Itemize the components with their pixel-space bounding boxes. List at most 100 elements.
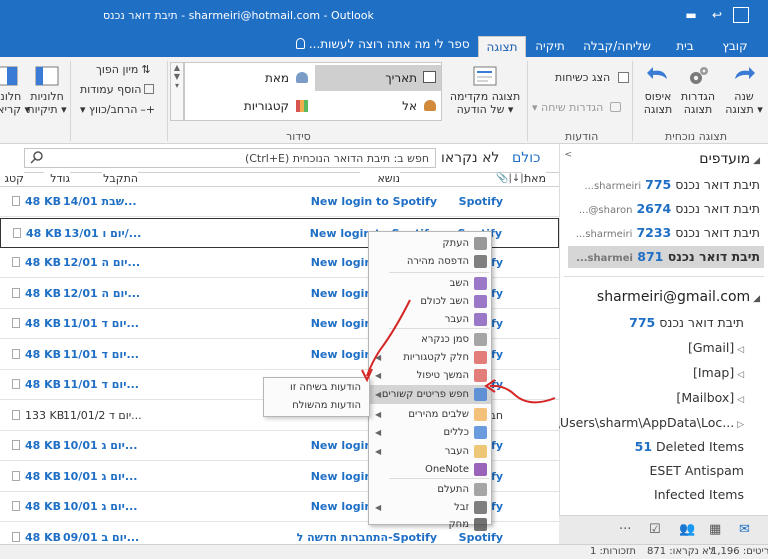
arrange-by-from[interactable]: מאת — [187, 65, 313, 91]
menu-item-forward[interactable]: העבר — [369, 310, 491, 329]
menu-item-reply[interactable]: השב — [369, 274, 491, 293]
tab-folder[interactable]: תיקיה — [528, 36, 572, 57]
arrange-gallery-scroll[interactable]: ▲ ▼ ▾ — [170, 62, 184, 121]
tab-home[interactable]: בית — [665, 36, 705, 57]
account-inbox[interactable]: תיבת דואר נכנס 775 — [629, 312, 744, 334]
minimize-button[interactable]: ▬ — [682, 6, 700, 24]
category-box-icon — [12, 348, 20, 359]
menu-item-delete[interactable]: מחק — [369, 515, 491, 534]
message-preview-icon — [473, 66, 497, 86]
menu-item-copy[interactable]: העתק — [369, 234, 491, 253]
column-header-icons: 📎|↓|! — [496, 173, 528, 184]
folder-pane-button[interactable]: חלוניות תיקיות ▾ — [26, 65, 68, 116]
menu-item-label: השב לכולם — [420, 296, 469, 307]
menu-item-move[interactable]: העבר ◀ — [369, 442, 491, 461]
change-view-label: שנה תצוגה ▾ — [725, 90, 763, 116]
folder-eset-antispam[interactable]: ESET Antispam — [650, 460, 744, 482]
filter-all[interactable]: כולם — [512, 150, 540, 166]
category-box-icon — [12, 379, 20, 389]
arrange-by-date[interactable]: תאריך — [315, 65, 441, 91]
menu-item-label: סמן כנקרא — [421, 334, 469, 345]
arrange-by-categories[interactable]: קטגוריות — [187, 93, 313, 119]
people-icon[interactable]: 👥 — [679, 522, 695, 537]
submenu-arrow-icon: ◀ — [375, 410, 382, 419]
search-input[interactable]: חפש ב: תיבת הדואר הנוכחית (Ctrl+E) — [24, 148, 436, 168]
tasks-icon[interactable]: ☑ — [649, 522, 661, 537]
group-arrangement-label: סידור — [286, 130, 311, 143]
submenu-arrow-icon: ◀ — [375, 371, 382, 380]
row-size: 48 KB — [26, 226, 63, 240]
collapse-pane-icon[interactable]: < — [564, 150, 572, 160]
folder-mailbox[interactable]: ◁ [Mailbox] — [676, 387, 744, 409]
menu-item-find-related[interactable]: חפש פריטים קשורים ◀ — [369, 385, 491, 404]
more-icon[interactable]: ··· — [619, 522, 631, 537]
folder-imap[interactable]: ◁ [Imap] — [693, 362, 744, 384]
column-subject[interactable]: נושא — [360, 172, 400, 187]
tab-send-receive[interactable]: שליחה/קבלה — [575, 36, 659, 57]
add-columns-button[interactable]: הוסף עמודות — [80, 83, 155, 96]
expand-collapse-button[interactable]: +–הרחב/כווץ ▾ — [80, 103, 155, 116]
conversation-settings-button[interactable]: הגדרות שיחה ▾ — [532, 101, 621, 114]
view-settings-button[interactable]: הגדרות תצוגה — [676, 65, 720, 116]
restore-icon[interactable]: ↩ — [708, 6, 726, 24]
sort-icon: ⇅ — [141, 63, 151, 76]
menu-separator — [389, 328, 489, 329]
menu-item-mark-read[interactable]: סמן כנקרא — [369, 330, 491, 349]
menu-item-rules[interactable]: כללים ◀ — [369, 423, 491, 442]
category-box-icon — [12, 440, 20, 450]
maximize-button[interactable] — [733, 7, 749, 23]
tell-me-box[interactable]: ספר לי מה אתה רוצה לעשות... — [292, 37, 470, 51]
folder-deleted-items[interactable]: 51 Deleted Items — [635, 436, 744, 458]
folder-gmail[interactable]: ◁ [Gmail] — [688, 337, 744, 359]
menu-item-label: חלק לקטגוריות — [403, 352, 469, 363]
favorites-label: מועדפים — [699, 151, 751, 167]
show-conversations-checkbox[interactable]: הצג כשיחות — [555, 71, 629, 84]
reading-pane-button[interactable]: חלונית קריאה ▾ — [0, 65, 30, 116]
filter-unread[interactable]: לא נקראו — [441, 150, 499, 166]
submenu-messages-from-sender[interactable]: הודעות מהשולח — [292, 400, 361, 411]
menu-item-categorize[interactable]: חלק לקטגוריות ◀ — [369, 348, 491, 367]
folder-name: [Mailbox] — [676, 390, 735, 405]
favorite-inbox-3[interactable]: תיבת דואר נכנס 7233 sharmeiri... — [576, 222, 760, 244]
folder-infected-items[interactable]: Infected Items — [654, 484, 744, 506]
menu-item-onenote[interactable]: OneNote — [369, 460, 491, 479]
favorite-inbox-1[interactable]: תיבת דואר נכנס 775 sharmeiri... — [584, 174, 760, 196]
menu-item-flag[interactable]: המשך טיפול ◀ — [369, 366, 491, 385]
row-size: 48 KB — [25, 378, 62, 391]
calendar-nav-icon[interactable]: ▦ — [709, 522, 721, 537]
favorites-header[interactable]: ◢ מועדפים — [699, 148, 760, 170]
change-view-button[interactable]: שנה תצוגה ▾ — [722, 65, 766, 116]
menu-item-reply-all[interactable]: השב לכולם — [369, 292, 491, 311]
arrange-by-to[interactable]: אל — [315, 93, 441, 119]
folder-name: תיבת דואר נכנס — [675, 177, 760, 192]
message-preview-button[interactable]: תצוגה מקדימה של הודעה ▾ — [443, 65, 527, 116]
folder-appdata[interactable]: C:\Users\sharm\AppData\Loc... ▷ — [543, 412, 744, 434]
row-received: יום ג 10/01... — [63, 500, 138, 513]
account-header[interactable]: ◢ sharmeiri@gmail.com — [597, 286, 760, 308]
person-icon — [296, 72, 308, 83]
category-box-icon — [12, 470, 20, 481]
column-size[interactable]: גודל — [44, 172, 70, 187]
mail-icon[interactable]: ✉ — [739, 522, 750, 537]
status-unread: לא נקראו: 871 — [647, 546, 715, 557]
folder-name: [Imap] — [692, 365, 735, 380]
submenu-messages-in-conversation[interactable]: הודעות בשיחה זו — [290, 382, 361, 393]
search-icon[interactable] — [30, 150, 44, 164]
table-row[interactable]: Spotify New login to Spotify שבת 14/01... 4… — [0, 187, 559, 217]
expand-collapse-label: הרחב/כווץ ▾ — [80, 103, 138, 116]
favorite-inbox-2[interactable]: תיבת דואר נכנס 2674 sharon@... — [579, 198, 760, 220]
menu-item-quick-steps[interactable]: שלבים מהירים ◀ — [369, 405, 491, 424]
menu-item-ignore[interactable]: התעלם — [369, 480, 491, 499]
tab-file[interactable]: קובץ — [715, 36, 755, 57]
reset-view-button[interactable]: איפוס תצוגה — [636, 65, 680, 116]
add-columns-icon — [144, 84, 155, 94]
collapse-triangle-icon: ◢ — [750, 156, 760, 166]
favorite-inbox-4[interactable]: תיבת דואר נכנס 871 sharmei... — [568, 246, 764, 268]
reverse-sort-button[interactable]: ⇅מיון הפוך — [96, 63, 151, 76]
find-related-icon — [474, 388, 487, 401]
menu-item-print[interactable]: הדפסה מהירה — [369, 252, 491, 271]
column-category[interactable]: קטג — [0, 172, 24, 187]
unread-count: 2674 — [636, 201, 672, 216]
column-received[interactable]: התקבל — [102, 172, 138, 187]
tab-view[interactable]: תצוגה — [478, 36, 526, 57]
